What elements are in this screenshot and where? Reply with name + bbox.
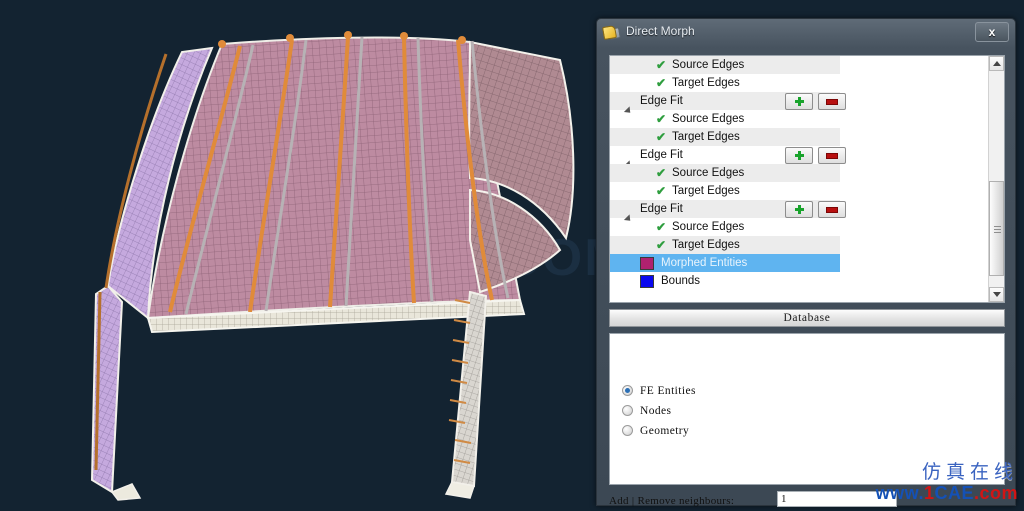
tree-row[interactable]: Edge Fit [610,146,988,170]
tree-row-label: Bounds [661,275,701,287]
tree-row-label: Target Edges [672,239,740,251]
minus-icon [826,98,838,105]
plus-icon [794,205,804,214]
tree-row[interactable]: Edge Fit [610,200,988,224]
dialog-title: Direct Morph [626,24,695,38]
morph-tree-panel[interactable]: ✔ Source Edges ✔ Target Edges Edge Fit ✔ Sourc… [609,55,1005,303]
tree-row[interactable]: Edge Fit [610,92,988,116]
scroll-up-button[interactable] [989,56,1004,71]
scrollbar-thumb[interactable] [989,181,1004,276]
tree-row-content: ✔ Target Edges [610,182,988,200]
tree-row-label: Source Edges [672,113,745,125]
check-icon[interactable]: ✔ [654,221,668,233]
tree-row[interactable]: ✔ Source Edges [610,218,988,236]
radio-label: FE Entities [640,384,696,397]
tree-row-content: ✔ Target Edges [610,236,988,254]
tree-row-label: Target Edges [672,131,740,143]
plus-icon [794,97,804,106]
minus-icon [826,206,838,213]
tree-row-content: ✔ Target Edges [610,128,988,146]
tree-row-content: ✔ Source Edges [610,56,988,74]
check-icon[interactable]: ✔ [654,59,668,71]
radio-option-fe-entities[interactable]: FE Entities [622,382,696,399]
tree-row[interactable]: ✔ Target Edges [610,236,988,254]
scrollbar-grip-icon [994,226,1001,233]
tree-row-content: ✔ Source Edges [610,110,988,128]
check-icon[interactable]: ✔ [654,185,668,197]
tree-row-content: Edge Fit [610,146,988,170]
fe-mesh-model [90,31,575,501]
radio-label: Nodes [640,404,672,417]
direct-morph-dialog[interactable]: Direct Morph x ✔ Source Edges ✔ Target Edge… [596,18,1016,507]
radio-button[interactable] [622,385,633,396]
tree-row-label: Edge Fit [640,149,683,161]
tree-scrollbar[interactable] [988,56,1004,302]
entity-type-panel: FE Entities Nodes Geometry [609,333,1005,485]
tree-row-content: ✔ Target Edges [610,74,988,92]
minus-icon [826,152,838,159]
add-button[interactable] [785,93,813,110]
add-button[interactable] [785,147,813,164]
tree-row-label: Source Edges [672,167,745,179]
neighbours-row: Add | Remove neighbours: [609,491,1005,511]
tree-row-label: Target Edges [672,77,740,89]
neighbours-input[interactable] [777,491,897,507]
tree-row[interactable]: ✔ Target Edges [610,74,988,92]
morph-tag-icon [601,24,621,40]
add-button[interactable] [785,201,813,218]
tree-row-label: Target Edges [672,185,740,197]
tree-row[interactable]: ✔ Target Edges [610,128,988,146]
check-icon[interactable]: ✔ [654,131,668,143]
morph-tree[interactable]: ✔ Source Edges ✔ Target Edges Edge Fit ✔ Sourc… [610,56,988,302]
radio-button[interactable] [622,425,633,436]
tree-row-content: Edge Fit [610,92,988,116]
tree-row-buttons [785,147,846,164]
check-icon[interactable]: ✔ [654,239,668,251]
radio-option-geometry[interactable]: Geometry [622,422,696,439]
tree-row-label: Edge Fit [640,95,683,107]
check-icon[interactable]: ✔ [654,77,668,89]
plus-icon [794,151,804,160]
radio-label: Geometry [640,424,690,437]
tree-row-content: ✔ Source Edges [610,218,988,236]
remove-button[interactable] [818,93,846,110]
tree-row[interactable]: Bounds [610,272,988,290]
entity-type-radio-group[interactable]: FE Entities Nodes Geometry [622,382,696,442]
color-swatch[interactable] [640,274,654,288]
color-swatch[interactable] [640,256,654,270]
neighbours-label: Add | Remove neighbours: [609,495,735,507]
remove-button[interactable] [818,147,846,164]
dialog-titlebar[interactable]: Direct Morph x [597,19,1015,43]
tree-row-label: Morphed Entities [661,257,748,269]
check-icon[interactable]: ✔ [654,113,668,125]
tree-row[interactable]: ✔ Source Edges [610,56,988,74]
tree-row-content: Morphed Entities [610,254,988,272]
tree-row[interactable]: Morphed Entities [610,254,988,272]
dialog-body: ✔ Source Edges ✔ Target Edges Edge Fit ✔ Sourc… [597,43,1015,507]
tree-row-label: Source Edges [672,59,745,71]
tree-row-content: ✔ Source Edges [610,164,988,182]
tree-row-content: Bounds [610,272,988,290]
check-icon[interactable]: ✔ [654,167,668,179]
close-button[interactable]: x [975,22,1009,42]
tree-row[interactable]: ✔ Source Edges [610,164,988,182]
radio-option-nodes[interactable]: Nodes [622,402,696,419]
tree-row-content: Edge Fit [610,200,988,224]
radio-button[interactable] [622,405,633,416]
tree-row-label: Source Edges [672,221,745,233]
database-button[interactable]: Database [609,309,1005,327]
tree-row[interactable]: ✔ Target Edges [610,182,988,200]
scroll-down-button[interactable] [989,287,1004,302]
tree-row-label: Edge Fit [640,203,683,215]
tree-row-buttons [785,93,846,110]
remove-button[interactable] [818,201,846,218]
tree-row-buttons [785,201,846,218]
tree-row[interactable]: ✔ Source Edges [610,110,988,128]
